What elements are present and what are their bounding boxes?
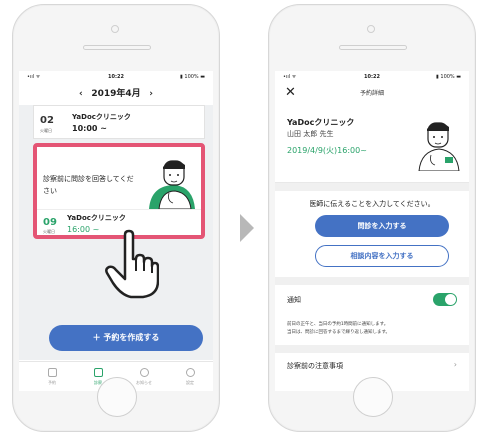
enter-questionnaire-button[interactable]: 問診を入力する: [315, 215, 449, 237]
camera-dot: [367, 25, 375, 33]
doctor-name: 山田 太郎 先生: [287, 130, 334, 138]
clipboard-icon: [93, 368, 103, 377]
tab-label: 設定: [186, 380, 194, 385]
input-prompt: 医師に伝えることを入力してください。: [309, 200, 435, 208]
appointment-detail-header: YaDocクリニック 山田 太郎 先生 2019/4/9(火)16:00~: [275, 103, 469, 183]
status-bar: •ııl ᯤ 10:22 ▮ 100% ▬: [275, 71, 469, 83]
tap-hand-icon: [105, 229, 159, 299]
home-button: [353, 377, 393, 417]
appointment-clinic: YaDocクリニック: [72, 113, 131, 121]
phone-frame-right: •ııl ᯤ 10:22 ▮ 100% ▬ ✕ 予約詳細 YaDocクリニック …: [268, 4, 476, 432]
tab-notifications[interactable]: お知らせ: [129, 368, 159, 386]
battery-indicator: ▮ 100% ▬: [436, 74, 461, 80]
enter-consultation-button[interactable]: 相談内容を入力する: [315, 245, 449, 267]
appointment-time: 16:00 ~: [67, 225, 100, 234]
section-separator: [275, 277, 469, 285]
notification-toggle[interactable]: [433, 293, 457, 306]
appointment-card[interactable]: 02 火曜日 YaDocクリニック 10:00 ~: [33, 105, 205, 139]
screen-left: •ııl ᯤ 10:22 ▮ 100% ▬ ‹ 2019年4月 › 02 火曜日…: [19, 71, 213, 391]
calendar-icon: [47, 368, 57, 377]
appointment-clinic: YaDocクリニック: [67, 214, 126, 222]
speaker-slot: [83, 45, 151, 50]
phone-frame-left: •ııl ᯤ 10:22 ▮ 100% ▬ ‹ 2019年4月 › 02 火曜日…: [12, 4, 220, 432]
highlighted-appointment-card[interactable]: 診察前に問診を回答してください 09 火曜日 YaDocクリニック 16:00 …: [33, 143, 205, 239]
doctor-illustration: [418, 122, 460, 171]
appointment-weekday: 火曜日: [40, 128, 52, 133]
battery-indicator: ▮ 100% ▬: [180, 74, 205, 80]
pre-consultation-notice-row[interactable]: 診察前の注意事項 ›: [287, 360, 457, 371]
home-button: [97, 377, 137, 417]
section-separator: [275, 183, 469, 191]
notice-label: 診察前の注意事項: [287, 362, 343, 370]
notification-row: 通知: [287, 293, 457, 309]
questionnaire-prompt: 診察前に問診を回答してください: [43, 175, 134, 195]
speaker-slot: [339, 45, 407, 50]
tab-label: お知らせ: [136, 380, 152, 385]
next-month-button[interactable]: ›: [149, 85, 153, 103]
card-divider: [37, 209, 201, 210]
chevron-right-icon: ›: [453, 360, 457, 369]
screen-right: •ııl ᯤ 10:22 ▮ 100% ▬ ✕ 予約詳細 YaDocクリニック …: [275, 71, 469, 391]
section-separator: [275, 345, 469, 353]
appointment-datetime: 2019/4/9(火)16:00~: [287, 146, 367, 155]
prev-month-button[interactable]: ‹: [79, 85, 83, 103]
month-selector: ‹ 2019年4月 ›: [19, 85, 213, 103]
appointment-day: 02: [40, 115, 54, 126]
nav-bar: ✕ 予約詳細: [275, 83, 469, 103]
appointment-time: 10:00 ~: [72, 124, 107, 133]
appointment-day: 09: [43, 217, 57, 228]
bell-icon: [139, 368, 149, 377]
status-bar: •ııl ᯤ 10:22 ▮ 100% ▬: [19, 71, 213, 83]
tab-label: 予約: [48, 380, 56, 385]
notification-label: 通知: [287, 296, 301, 304]
appointment-list: 02 火曜日 YaDocクリニック 10:00 ~ 診察前に問診を回答してくださ…: [19, 105, 213, 360]
camera-dot: [111, 25, 119, 33]
notification-note: 前日の正午と、当日の予約1時間前に通知します。: [287, 322, 389, 327]
create-appointment-button[interactable]: ＋ 予約を作成する: [49, 325, 203, 351]
tab-reservation[interactable]: 予約: [37, 368, 67, 386]
month-label: 2019年4月: [91, 89, 141, 99]
face-icon: [185, 368, 195, 377]
notification-note: 当日は、問診に回答するまで繰り返し通知します。: [287, 330, 391, 335]
appointment-weekday: 火曜日: [43, 229, 55, 234]
page-title: 予約詳細: [359, 90, 384, 97]
doctor-illustration: [149, 160, 195, 209]
transition-arrow-icon: [240, 214, 254, 242]
clinic-name: YaDocクリニック: [287, 118, 355, 127]
tab-settings[interactable]: 設定: [175, 368, 205, 386]
